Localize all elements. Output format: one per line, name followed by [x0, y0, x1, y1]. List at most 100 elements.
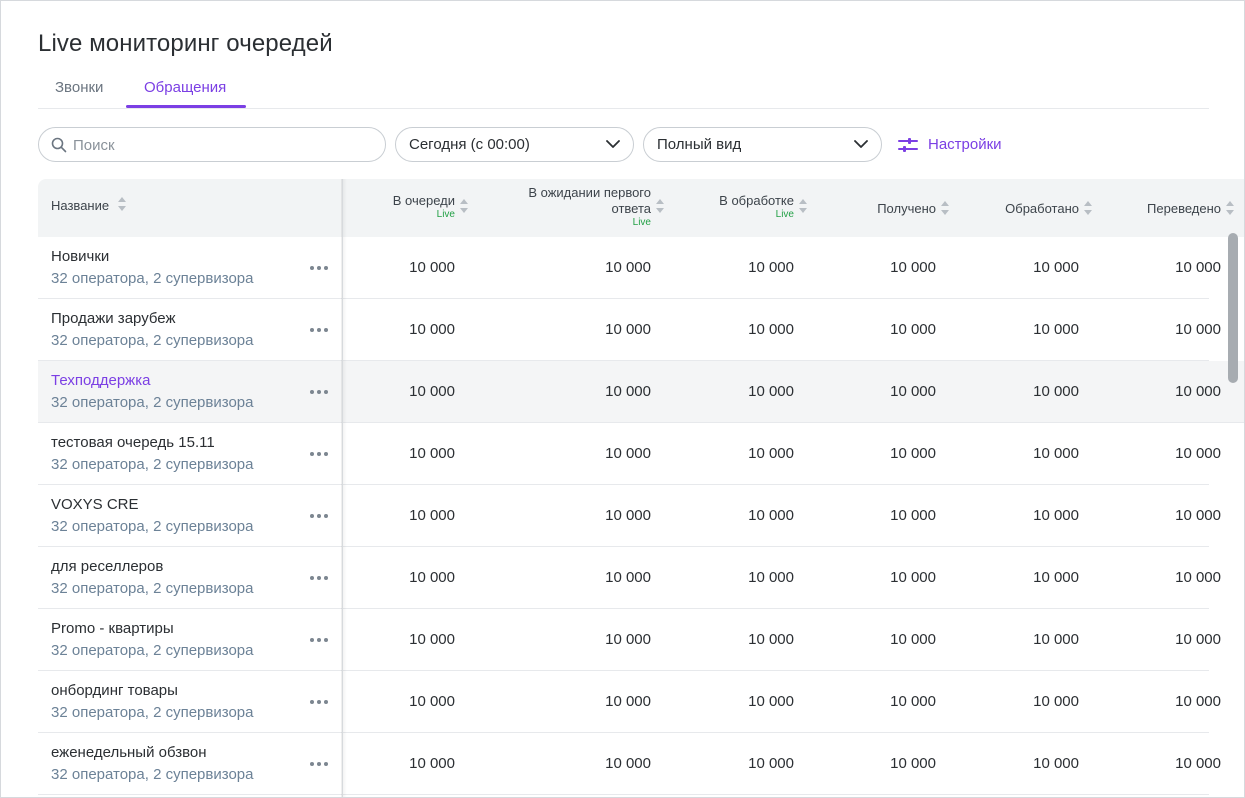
queue-staff-count: 32 оператора, 2 супервизора — [51, 642, 254, 659]
table-row[interactable]: VOXYS CRE 32 оператора, 2 супервизора 10 0… — [38, 485, 1221, 547]
more-dots-icon[interactable] — [309, 693, 329, 711]
col-header-received[interactable]: Получено — [877, 201, 936, 217]
queue-staff-count: 32 оператора, 2 супервизора — [51, 766, 254, 783]
value-cell: 10 000 — [748, 631, 794, 648]
value-cell: 10 000 — [1175, 507, 1221, 524]
sort-icon[interactable] — [799, 197, 807, 217]
sort-icon[interactable] — [656, 197, 664, 217]
value-cell: 10 000 — [748, 755, 794, 772]
more-dots-icon[interactable] — [309, 507, 329, 525]
more-dots-icon[interactable] — [309, 383, 329, 401]
queue-staff-count: 32 оператора, 2 супервизора — [51, 332, 254, 349]
period-select-value: Сегодня (с 00:00) — [409, 136, 530, 153]
table-row[interactable]: Продажи зарубеж 32 оператора, 2 супервизо… — [38, 299, 1221, 361]
sort-icon[interactable] — [1084, 199, 1092, 219]
table-row[interactable]: для реселлеров 32 оператора, 2 супервизор… — [38, 547, 1221, 609]
col-header-transferred[interactable]: Переведено — [1147, 201, 1221, 217]
col-header-processed[interactable]: Обработано — [1005, 201, 1079, 217]
value-cell: 10 000 — [605, 321, 651, 338]
view-select[interactable]: Полный вид — [643, 127, 882, 162]
live-badge: Live — [632, 217, 651, 228]
queue-name[interactable]: Техподдержка — [51, 372, 150, 389]
active-tab-indicator — [126, 105, 246, 108]
queue-name[interactable]: для реселлеров — [51, 558, 163, 575]
value-cell: 10 000 — [409, 445, 455, 462]
more-dots-icon[interactable] — [309, 321, 329, 339]
col-header-in-queue[interactable]: В очереди Live — [393, 193, 455, 221]
value-cell: 10 000 — [1033, 445, 1079, 462]
page-title: Live мониторинг очередей — [38, 30, 333, 57]
tab-bar: Звонки Обращения — [38, 73, 1209, 109]
queue-staff-count: 32 оператора, 2 супервизора — [51, 580, 254, 597]
period-select[interactable]: Сегодня (с 00:00) — [395, 127, 634, 162]
value-cell: 10 000 — [409, 569, 455, 586]
table-row[interactable]: онбординг товары 32 оператора, 2 супервиз… — [38, 671, 1221, 733]
vertical-scrollbar[interactable] — [1228, 233, 1238, 383]
value-cell: 10 000 — [409, 631, 455, 648]
value-cell: 10 000 — [1175, 259, 1221, 276]
value-cell: 10 000 — [605, 569, 651, 586]
search-input[interactable] — [73, 135, 373, 155]
value-cell: 10 000 — [1175, 631, 1221, 648]
more-dots-icon[interactable] — [309, 755, 329, 773]
col-header-label: В обработке — [719, 193, 794, 208]
value-cell: 10 000 — [748, 569, 794, 586]
table-row[interactable]: Техподдержка 32 оператора, 2 супервизора 1… — [38, 361, 1244, 423]
table-row[interactable]: Новички 32 оператора, 2 супервизора 10 000… — [38, 237, 1221, 299]
value-cell: 10 000 — [890, 631, 936, 648]
live-badge: Live — [775, 209, 794, 220]
search-field[interactable] — [38, 127, 386, 162]
queue-name[interactable]: VOXYS CRE — [51, 496, 139, 513]
table-row[interactable]: Promo - квартиры 32 оператора, 2 супервиз… — [38, 609, 1221, 671]
col-header-label: В очереди — [392, 193, 455, 208]
col-header-awaiting-first-response[interactable]: В ожидании первого ответа Live — [501, 185, 651, 229]
value-cell: 10 000 — [1033, 321, 1079, 338]
queue-name[interactable]: онбординг товары — [51, 682, 178, 699]
value-cell: 10 000 — [1175, 321, 1221, 338]
value-cell: 10 000 — [890, 259, 936, 276]
sort-icon[interactable] — [941, 199, 949, 219]
value-cell: 10 000 — [890, 755, 936, 772]
queue-staff-count: 32 оператора, 2 супервизора — [51, 270, 254, 287]
chevron-down-icon — [854, 140, 868, 148]
value-cell: 10 000 — [409, 755, 455, 772]
value-cell: 10 000 — [890, 383, 936, 400]
queue-staff-count: 32 оператора, 2 супервизора — [51, 518, 254, 535]
value-cell: 10 000 — [1033, 693, 1079, 710]
value-cell: 10 000 — [1033, 507, 1079, 524]
col-header-name[interactable]: Название — [51, 198, 109, 214]
more-dots-icon[interactable] — [309, 569, 329, 587]
more-dots-icon[interactable] — [309, 631, 329, 649]
value-cell: 10 000 — [748, 445, 794, 462]
value-cell: 10 000 — [748, 259, 794, 276]
tab-requests[interactable]: Обращения — [144, 79, 226, 96]
value-cell: 10 000 — [1175, 693, 1221, 710]
queue-name[interactable]: Новички — [51, 248, 109, 265]
value-cell: 10 000 — [1175, 755, 1221, 772]
value-cell: 10 000 — [1175, 445, 1221, 462]
value-cell: 10 000 — [748, 507, 794, 524]
sort-icon[interactable] — [460, 197, 468, 217]
tab-calls[interactable]: Звонки — [55, 79, 103, 96]
value-cell: 10 000 — [409, 259, 455, 276]
queues-table: Название В очереди Live В ожидании перво… — [38, 179, 1244, 797]
col-header-label: Получено — [877, 201, 936, 216]
table-row[interactable]: еженедельный обзвон 32 оператора, 2 супер… — [38, 733, 1221, 795]
value-cell: 10 000 — [409, 693, 455, 710]
value-cell: 10 000 — [890, 569, 936, 586]
queue-name[interactable]: Продажи зарубеж — [51, 310, 176, 327]
value-cell: 10 000 — [605, 445, 651, 462]
value-cell: 10 000 — [890, 445, 936, 462]
queue-name[interactable]: еженедельный обзвон — [51, 744, 207, 761]
value-cell: 10 000 — [605, 693, 651, 710]
app-window: Live мониторинг очередей Звонки Обращени… — [0, 0, 1245, 798]
col-header-in-progress[interactable]: В обработке Live — [719, 193, 794, 221]
value-cell: 10 000 — [1033, 383, 1079, 400]
sort-icon[interactable] — [1226, 199, 1234, 219]
queue-name[interactable]: Promo - квартиры — [51, 620, 174, 637]
sort-icon[interactable] — [118, 195, 126, 215]
more-dots-icon[interactable] — [309, 259, 329, 277]
queue-name[interactable]: тестовая очередь 15.11 — [51, 434, 215, 451]
table-row[interactable]: тестовая очередь 15.11 32 оператора, 2 су… — [38, 423, 1221, 485]
more-dots-icon[interactable] — [309, 445, 329, 463]
